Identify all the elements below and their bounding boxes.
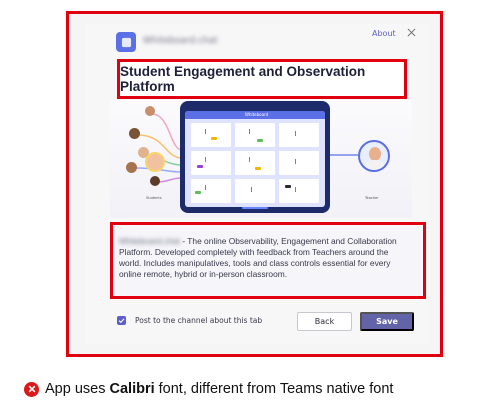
save-button[interactable]: Save [360,312,414,331]
app-logo-icon [121,37,131,47]
teacher-avatar [358,140,390,172]
teacher-label: Teacher [365,196,379,200]
back-button[interactable]: Back [297,312,352,331]
student-avatar [150,176,160,186]
annotation-text: App uses Calibri font, different from Te… [45,381,393,397]
board-tile [279,151,319,175]
checkmark-icon [118,318,125,324]
tablet-home-bar [242,207,268,209]
students-label: Students [146,196,162,200]
board-tile [191,151,231,175]
x-icon [28,385,35,393]
board-tile [191,123,231,147]
annotation-prefix: App uses [45,381,110,397]
post-to-channel-checkbox[interactable] [117,316,126,325]
tablet-device: Whiteboard [180,101,330,213]
blurred-app-name: Whiteboard.chat [119,236,180,246]
app-icon [116,32,136,52]
tablet-brand: Whiteboard [245,112,269,117]
tablet-header: Whiteboard [185,111,325,119]
close-button[interactable] [405,26,417,38]
board-tile [235,179,275,203]
annotation-bold-word: Calibri [109,381,155,397]
student-avatar [126,162,137,173]
board-tile [191,179,231,203]
close-icon [407,28,415,36]
board-tile [279,123,319,147]
error-icon [24,381,39,397]
board-tile [279,179,319,203]
about-link[interactable]: About [372,29,396,38]
student-avatar [129,128,140,139]
title-highlight-box: Student Engagement and Observation Platf… [117,59,407,99]
post-to-channel-label: Post to the channel about this tab [135,316,263,325]
annotation-row: App uses Calibri font, different from Te… [24,381,393,397]
board-tile [235,123,275,147]
tablet-screen: Whiteboard [185,111,325,207]
annotation-suffix: font, different from Teams native font [154,381,394,397]
board-tile [235,151,275,175]
page-title: Student Engagement and Observation Platf… [120,64,366,94]
app-name: Whiteboard.chat [143,36,218,46]
student-avatar [145,106,155,116]
student-avatar [145,152,165,172]
app-description: Whiteboard.chat - The online Observabili… [119,236,399,280]
